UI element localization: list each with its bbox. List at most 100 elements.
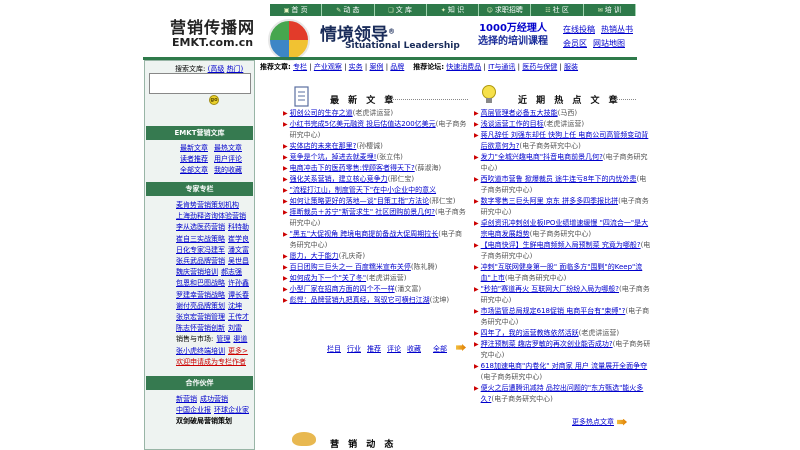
search-input[interactable] bbox=[149, 73, 251, 94]
rec-forum-link[interactable]: 服装 bbox=[564, 63, 578, 71]
article-link[interactable]: 如何让策略更好的落地—谈"目策工指"方法论 bbox=[290, 197, 429, 205]
expert-link[interactable]: 日化专家冯建军 bbox=[176, 245, 225, 256]
site-logo-en[interactable]: EMKT.com.cn bbox=[172, 36, 253, 49]
footer-column-link[interactable]: 栏目 bbox=[327, 344, 341, 354]
expert-link[interactable]: 张小虎终端培训 bbox=[176, 346, 225, 357]
article-link[interactable]: 百日团购三巨头之一 百度糯米宣布关停 bbox=[290, 263, 411, 271]
article-text: 小型厂家在招商方面的四个不一样(潘文富) bbox=[290, 284, 421, 295]
article-link[interactable]: 如何成为下一个"关了冬" bbox=[290, 274, 366, 282]
expert-link[interactable]: 张京宏营销管理 bbox=[176, 312, 225, 323]
article-link[interactable]: 618加速电商"内卷化" 对商家 用户 流量展开全面争夺 bbox=[481, 362, 647, 370]
expert-link[interactable]: 崔学良 bbox=[228, 234, 249, 245]
rec-forum-link[interactable]: 医药与保健 bbox=[522, 63, 557, 71]
nav-item-community[interactable]: ☷ 社 区 bbox=[531, 4, 584, 16]
article-link[interactable]: "秒拍"赛道再火 互联网大厂纷纷入局为哪般? bbox=[481, 285, 619, 293]
expert-link[interactable]: 罗建幸营销战略 bbox=[176, 290, 225, 301]
article-link[interactable]: 数字零售三巨头阿里 京东 拼多多四季报比拼 bbox=[481, 197, 618, 205]
article-link[interactable]: 市场监管总局规定618促销 电商平台有"束缚"? bbox=[481, 307, 626, 315]
article-link[interactable]: 四年了，我的运营教练依然活跃 bbox=[481, 329, 579, 337]
nav-item-training[interactable]: ✉ 培 训 bbox=[583, 4, 636, 16]
apply-columnist-link[interactable]: 欢迎申请成为专栏作者 bbox=[176, 357, 246, 368]
article-link[interactable]: 彪悍：品牌营销九把真经，驾驭它可横扫江湖 bbox=[290, 296, 430, 304]
rec-article-link[interactable]: 专栏 bbox=[293, 63, 307, 71]
nav-item-home[interactable]: ▣ 首 页 bbox=[270, 4, 323, 16]
my-favorites-link[interactable]: 我的收藏 bbox=[214, 165, 242, 176]
expert-link[interactable]: 上海劲释咨询体验营销 bbox=[176, 211, 246, 222]
partner-link[interactable]: 成功营销 bbox=[200, 394, 228, 405]
all-articles-link[interactable]: 全部文章 bbox=[180, 165, 208, 176]
expert-link[interactable]: 麦肯势营销策划机构 bbox=[176, 200, 239, 211]
footer-all-link[interactable]: 全部 bbox=[433, 344, 447, 354]
expert-link[interactable]: 许孙鑫 bbox=[228, 278, 249, 289]
expert-link[interactable]: 魏庆营销培训 bbox=[176, 267, 218, 278]
article-link[interactable]: 竞争是个坑，掉进去就麦埋! bbox=[290, 153, 377, 161]
expert-link[interactable]: 沈坤 bbox=[228, 301, 242, 312]
article-link[interactable]: 摔断裁员＋苏宁"斯营求生" 社区团购前景几何? bbox=[290, 208, 435, 216]
expert-link[interactable]: 陈志怀营销创新 bbox=[176, 323, 225, 334]
nav-item-jobs[interactable]: ☺ 求职招聘 bbox=[479, 4, 532, 16]
article-link[interactable]: 浅谈运营工作的目标 bbox=[481, 120, 544, 128]
expert-link[interactable]: 李从选医药营销 bbox=[176, 222, 225, 233]
article-link[interactable]: 电商冲击下的医药零售:悍顾客者得天下? bbox=[290, 164, 415, 172]
expert-link[interactable]: 崔自三实战策略 bbox=[176, 234, 225, 245]
sales-manage-link[interactable]: 管理 bbox=[216, 334, 230, 345]
expert-link[interactable]: 谢付亮品牌策划 bbox=[176, 301, 225, 312]
expert-link[interactable]: 王传才 bbox=[228, 312, 249, 323]
article-link[interactable]: 愿力，大于能力 bbox=[290, 252, 339, 260]
situational-leadership-logo-icon[interactable] bbox=[268, 19, 310, 61]
nav-item-knowledge[interactable]: ✦ 知 识 bbox=[426, 4, 480, 16]
nav-item-news[interactable]: ✎ 动 态 bbox=[322, 4, 375, 16]
expert-link[interactable]: 潘文富 bbox=[228, 245, 249, 256]
article-link[interactable]: "黑五"大促视角 跨境电商提前备战大促周期拉长 bbox=[290, 230, 439, 238]
search-go-button[interactable]: go bbox=[209, 95, 219, 105]
footer-comment-link[interactable]: 评论 bbox=[387, 344, 401, 354]
rec-forum-link[interactable]: IT与通讯 bbox=[488, 63, 515, 71]
footer-industry-link[interactable]: 行业 bbox=[347, 344, 361, 354]
article-link[interactable]: 高层管理者必备五大技能 bbox=[481, 109, 558, 117]
expert-link[interactable]: 吴世昌 bbox=[228, 256, 249, 267]
site-logo-cn[interactable]: 营销传播网 bbox=[170, 14, 255, 38]
expert-link[interactable]: 谭长春 bbox=[228, 290, 249, 301]
user-comments-link[interactable]: 用户评论 bbox=[214, 154, 242, 165]
expert-link[interactable]: 科特勒 bbox=[228, 222, 249, 233]
article-link[interactable]: 实体店的未来在那里? bbox=[290, 142, 357, 150]
rec-article-link[interactable]: 品牌 bbox=[390, 63, 404, 71]
rec-article-link[interactable]: 实务 bbox=[349, 63, 363, 71]
article-link[interactable]: 小型厂家在招商方面的四个不一样 bbox=[290, 285, 395, 293]
partner-link[interactable]: 新营销 bbox=[176, 394, 197, 405]
article-link[interactable]: 强化关系营销，建立核心竞争力 bbox=[290, 175, 388, 183]
footer-favorite-link[interactable]: 收藏 bbox=[407, 344, 421, 354]
article-link[interactable]: 【电商快评】生鲜电商频频入局预制菜 究竟为哪般? bbox=[481, 241, 641, 249]
article-link[interactable]: 西吹道市营鲁 掀爆裁员 途牛连亏8年下的内忧外患 bbox=[481, 175, 637, 183]
reader-recommend-link[interactable]: 读者推荐 bbox=[180, 154, 208, 165]
partner-link[interactable]: 双剑破局营销策划 bbox=[176, 416, 232, 427]
sales-channel-link[interactable]: 渠道 bbox=[233, 334, 247, 345]
expert-link[interactable]: 刘雷 bbox=[228, 323, 242, 334]
hottest-articles-link[interactable]: 最热文章 bbox=[214, 143, 242, 154]
advanced-search-link[interactable]: (高级 bbox=[208, 65, 225, 73]
expert-link[interactable]: 郝志强 bbox=[221, 267, 242, 278]
expert-link[interactable]: 包恩和巴图战略 bbox=[176, 278, 225, 289]
hot-search-link[interactable]: 热门) bbox=[227, 65, 244, 73]
member-link[interactable]: 会员区 bbox=[563, 37, 587, 51]
footer-recommend-link[interactable]: 推荐 bbox=[367, 344, 381, 354]
article-link[interactable]: 小红书完成5亿美元融资 投后估值达200亿美元 bbox=[290, 120, 436, 128]
submit-link[interactable]: 在线投稿 bbox=[563, 23, 595, 37]
sitemap-link[interactable]: 网站地图 bbox=[593, 37, 625, 51]
expert-link[interactable]: 张兵武品牌营销 bbox=[176, 256, 225, 267]
nav-item-library[interactable]: ❑ 文 库 bbox=[374, 4, 427, 16]
experts-more-link[interactable]: 更多> bbox=[228, 346, 248, 357]
partner-link[interactable]: 中国企业报 bbox=[176, 405, 211, 416]
article-link[interactable]: "流程打江山，制度管天下"在中小企业中的意义 bbox=[290, 186, 436, 194]
partner-link[interactable]: 环球企业家 bbox=[214, 405, 249, 416]
banner-promo[interactable]: 1000万经理人 选择的培训课程 bbox=[470, 22, 556, 48]
article-link[interactable]: 发力"全城兴趣电商"抖音电商前景几何? bbox=[481, 153, 603, 161]
article-link[interactable]: 初创公司的生存之道 bbox=[290, 109, 353, 117]
bestseller-link[interactable]: 热销丛书 bbox=[601, 23, 633, 37]
article-link[interactable]: 押注预制菜 趣店罗敏的再次创业能否成功? bbox=[481, 340, 613, 348]
rec-article-link[interactable]: 产业观察 bbox=[314, 63, 342, 71]
rec-forum-link[interactable]: 快速消费品 bbox=[446, 63, 481, 71]
more-hot-link[interactable]: 更多热点文章 bbox=[572, 417, 614, 427]
rec-article-link[interactable]: 案例 bbox=[369, 63, 383, 71]
latest-articles-link[interactable]: 最新文章 bbox=[180, 143, 208, 154]
